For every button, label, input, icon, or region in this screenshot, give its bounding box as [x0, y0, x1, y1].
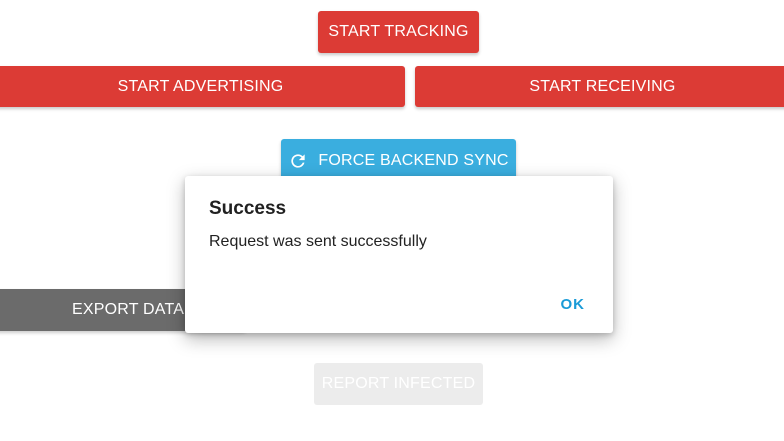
start-tracking-button[interactable]: START TRACKING [318, 11, 479, 53]
force-backend-sync-label: FORCE BACKEND SYNC [318, 152, 509, 169]
start-receiving-button[interactable]: START RECEIVING [415, 66, 784, 107]
dialog-title: Success [209, 198, 287, 219]
app-screen: START TRACKING START ADVERTISING START R… [0, 0, 784, 441]
dialog-message: Request was sent successfully [209, 233, 427, 250]
start-advertising-button[interactable]: START ADVERTISING [0, 66, 405, 107]
ok-button[interactable]: OK [551, 290, 596, 319]
report-infected-button: REPORT INFECTED [314, 363, 483, 405]
success-dialog: Success Request was sent successfully OK [185, 176, 613, 333]
refresh-icon [288, 151, 308, 171]
